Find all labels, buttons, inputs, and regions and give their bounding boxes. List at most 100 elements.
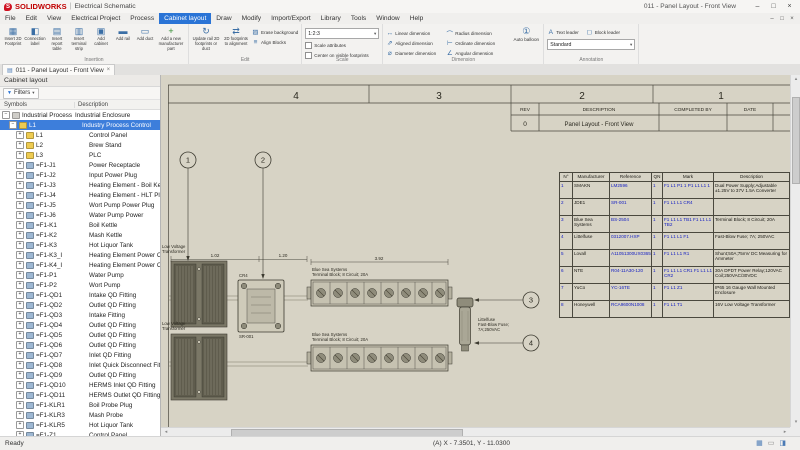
- bom-cell-ref[interactable]: BS-2504: [610, 216, 652, 233]
- tree-row[interactable]: +=F1-QD6Outlet QD Fitting: [0, 340, 160, 350]
- tree-row[interactable]: +=F1-K4_IHeating Element Power Conne...: [0, 260, 160, 270]
- radius-dimension-button[interactable]: ⌒ Radius dimension: [446, 29, 510, 37]
- transformer-footprint[interactable]: [171, 261, 227, 327]
- tree-expander-icon[interactable]: +: [16, 331, 24, 339]
- bom-cell-qty[interactable]: 1: [652, 182, 663, 199]
- menu-window[interactable]: Window: [371, 13, 404, 24]
- align-blocks-button[interactable]: ≡ Align Blocks: [252, 38, 298, 46]
- bom-cell-mark[interactable]: F1 L1 L1 CR4: [663, 199, 714, 216]
- tree-expander-icon[interactable]: +: [16, 421, 24, 429]
- tree-expander-icon[interactable]: +: [16, 291, 24, 299]
- tree-expander-icon[interactable]: −: [9, 121, 17, 129]
- menu-electrical-project[interactable]: Electrical Project: [66, 13, 125, 24]
- bom-cell-no[interactable]: 7: [560, 284, 573, 301]
- vertical-scrollbar[interactable]: ▴ ▾: [790, 75, 800, 427]
- footprints-alignment-button[interactable]: ⇄ 2D footprints to alignment: [222, 26, 250, 47]
- bom-cell-mark[interactable]: F1 L1 P1 1 P1 L1 L1 1: [663, 182, 714, 199]
- bom-cell-mark[interactable]: F1 L1 Z1: [663, 284, 714, 301]
- tree-expander-icon[interactable]: +: [16, 241, 24, 249]
- tree-row[interactable]: +=F1-QD10HERMS Inlet QD Fitting: [0, 380, 160, 390]
- scrollbar-thumb[interactable]: [792, 97, 800, 184]
- bom-cell-no[interactable]: 2: [560, 199, 573, 216]
- tree-row[interactable]: +=F1-K3_IHeating Element Power Conne...: [0, 250, 160, 260]
- bom-cell-qty[interactable]: 1: [652, 301, 663, 318]
- tree-expander-icon[interactable]: +: [16, 371, 24, 379]
- bom-cell-mark[interactable]: F1 L1 L1 F1: [663, 233, 714, 250]
- tree-row[interactable]: +=F1-KLR1Boil Probe Plug: [0, 400, 160, 410]
- tree-row[interactable]: +=F1-J5Wort Pump Power Plug: [0, 200, 160, 210]
- insert-2d-footprint-button[interactable]: ▦ Insert 2D Footprint: [3, 26, 23, 47]
- bom-cell-qty[interactable]: 1: [652, 199, 663, 216]
- block-leader-button[interactable]: ◻ Block leader: [586, 28, 620, 36]
- scroll-down-icon[interactable]: ▾: [791, 418, 800, 427]
- column-header-description[interactable]: Description: [75, 102, 160, 108]
- tree-row[interactable]: +=F1-QD3Intake Fitting: [0, 310, 160, 320]
- bom-cell-qty[interactable]: 1: [652, 233, 663, 250]
- tree-row[interactable]: +=F1-J3Heating Element - Boil Kettle Pl.…: [0, 180, 160, 190]
- insert-terminal-strip-button[interactable]: ▥ Insert terminal strip: [69, 26, 89, 51]
- tree-expander-icon[interactable]: +: [16, 161, 24, 169]
- tree-row[interactable]: −Industrial Processing E...Industrial En…: [0, 110, 160, 120]
- bom-cell-ref[interactable]: RCA9600N1008: [610, 301, 652, 318]
- menu-process[interactable]: Process: [125, 13, 159, 24]
- tree-row[interactable]: +=F1-J4Heating Element - HLT Plug: [0, 190, 160, 200]
- tree-row[interactable]: +=F1-QD9Outlet QD Fitting: [0, 370, 160, 380]
- doc-minimize-button[interactable]: –: [767, 16, 777, 22]
- menu-import-export[interactable]: Import/Export: [266, 13, 316, 24]
- add-rail-button[interactable]: ▬ Add rail: [113, 26, 133, 42]
- document-tab[interactable]: ▤ 011 - Panel Layout - Front View ×: [2, 64, 115, 75]
- tree-expander-icon[interactable]: +: [16, 391, 24, 399]
- erase-background-button[interactable]: ▨ Erase background: [252, 28, 298, 36]
- menu-tools[interactable]: Tools: [346, 13, 371, 24]
- tree-expander-icon[interactable]: +: [16, 231, 24, 239]
- drawing-canvas[interactable]: 4 3 2 1 REV DESCRIPTION COMPLETED BY DAT…: [161, 75, 790, 427]
- bom-cell-no[interactable]: 5: [560, 250, 573, 267]
- tree-expander-icon[interactable]: +: [16, 351, 24, 359]
- tree-expander-icon[interactable]: +: [16, 201, 24, 209]
- diameter-dimension-button[interactable]: ⌀ Diameter dimension: [386, 49, 446, 57]
- tree-row[interactable]: +=F1-QD4Outlet QD Fitting: [0, 320, 160, 330]
- insert-report-table-button[interactable]: ▤ Insert report table: [47, 26, 67, 51]
- add-manufacturer-part-button[interactable]: + Add a new manufacturer part: [157, 26, 185, 51]
- bom-cell-qty[interactable]: 1: [652, 267, 663, 284]
- tree-row[interactable]: +=F1-J2Input Power Plug: [0, 170, 160, 180]
- maximize-button[interactable]: □: [767, 1, 780, 12]
- tree-expander-icon[interactable]: +: [16, 401, 24, 409]
- tree-row[interactable]: +L1Control Panel: [0, 130, 160, 140]
- tree-expander-icon[interactable]: +: [16, 271, 24, 279]
- bom-cell-no[interactable]: 4: [560, 233, 573, 250]
- bom-cell-ref[interactable]: YC-16TE: [610, 284, 652, 301]
- auto-balloon-button[interactable]: ① Auto balloon: [512, 26, 540, 42]
- tree-expander-icon[interactable]: +: [16, 311, 24, 319]
- menu-file[interactable]: File: [0, 13, 21, 24]
- tree-row[interactable]: +=F1-K3Hot Liquor Tank: [0, 240, 160, 250]
- tree-row[interactable]: +=F1-QD7Inlet QD Fitting: [0, 350, 160, 360]
- bom-cell-ref[interactable]: R04-11A30-120: [610, 267, 652, 284]
- tree-expander-icon[interactable]: +: [16, 181, 24, 189]
- doc-restore-button[interactable]: □: [777, 16, 787, 22]
- menu-modify[interactable]: Modify: [237, 13, 266, 24]
- bom-cell-ref[interactable]: LM2596: [610, 182, 652, 199]
- relay-footprint[interactable]: [238, 280, 284, 332]
- bom-cell-ref[interactable]: A11051300UX0365: [610, 250, 652, 267]
- tree-row[interactable]: +=F1-KLR3Mash Probe: [0, 410, 160, 420]
- bom-cell-mark[interactable]: F1 L1 L1 R1: [663, 250, 714, 267]
- bom-cell-no[interactable]: 8: [560, 301, 573, 318]
- tab-close-icon[interactable]: ×: [107, 67, 111, 73]
- tree-expander-icon[interactable]: +: [16, 381, 24, 389]
- fuse-holder-footprint[interactable]: [457, 298, 473, 351]
- close-button[interactable]: ×: [783, 1, 796, 12]
- ordinate-dimension-button[interactable]: ⊢ Ordinate dimension: [446, 39, 510, 47]
- scale-combo[interactable]: 1:2:3 ▾: [305, 28, 379, 39]
- bom-cell-qty[interactable]: 1: [652, 216, 663, 233]
- tree-expander-icon[interactable]: +: [16, 191, 24, 199]
- bom-cell-ref[interactable]: SR-001: [610, 199, 652, 216]
- tree-row[interactable]: −L1Industry Process Control: [0, 120, 160, 130]
- menu-library[interactable]: Library: [316, 13, 346, 24]
- panel-icon[interactable]: ◨: [779, 439, 786, 447]
- tree-expander-icon[interactable]: +: [16, 221, 24, 229]
- tree-expander-icon[interactable]: +: [16, 321, 24, 329]
- tree-row[interactable]: +=F1-J1Power Receptacle: [0, 160, 160, 170]
- tree-expander-icon[interactable]: +: [16, 411, 24, 419]
- bom-cell-mark[interactable]: F1 L1 T1: [663, 301, 714, 318]
